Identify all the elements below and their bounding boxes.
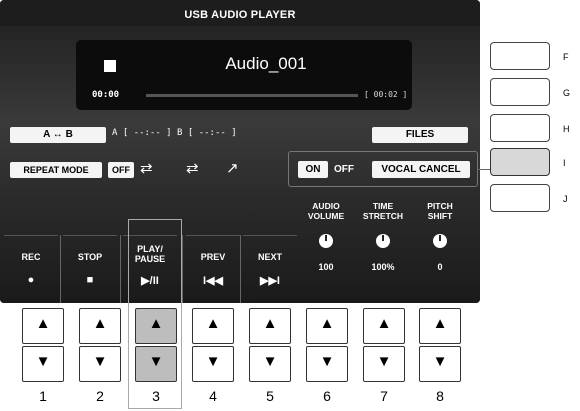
up-arrow-icon: ▲	[92, 315, 108, 332]
button-1-down[interactable]: ▼	[22, 346, 64, 382]
button-number: 5	[266, 388, 274, 404]
button-number: 8	[436, 388, 444, 404]
button-7-down[interactable]: ▼	[363, 346, 405, 382]
vocal-cancel-button[interactable]: VOCAL CANCEL	[372, 161, 470, 178]
ab-repeat-button[interactable]: A ↔ B	[10, 127, 106, 143]
button-3-down[interactable]: ▼	[135, 346, 177, 382]
button-number: 2	[96, 388, 104, 404]
button-2-down[interactable]: ▼	[79, 346, 121, 382]
down-arrow-icon: ▼	[148, 353, 164, 370]
next-button[interactable]: NEXT ▶▶I	[243, 235, 297, 301]
screen-title: USB AUDIO PLAYER	[0, 0, 480, 26]
side-button-j[interactable]	[490, 184, 550, 212]
down-arrow-icon: ▼	[432, 353, 448, 370]
button-3-up[interactable]: ▲	[135, 308, 177, 344]
pitch-shift-value: 0	[437, 262, 443, 272]
separator	[182, 235, 183, 303]
time-stretch-label: TIME STRETCH	[362, 201, 404, 221]
down-arrow-icon: ▼	[205, 353, 221, 370]
audio-volume-label: AUDIO VOLUME	[307, 201, 345, 221]
button-6-down[interactable]: ▼	[306, 346, 348, 382]
stop-status-icon	[104, 60, 116, 72]
down-arrow-icon: ▼	[35, 353, 51, 370]
previous-icon: I◀◀	[203, 275, 223, 287]
side-button-i[interactable]	[490, 148, 550, 176]
progress-bar	[146, 94, 358, 97]
button-4-up[interactable]: ▲	[192, 308, 234, 344]
repeat-single-icon[interactable]: ⇄	[140, 160, 153, 178]
vocal-cancel-on[interactable]: ON	[298, 161, 328, 178]
vocal-cancel-connector	[478, 169, 490, 170]
pitch-shift-label: PITCH SHIFT	[427, 201, 453, 221]
rec-button[interactable]: REC ●	[4, 235, 58, 301]
side-label-i: I	[563, 158, 566, 168]
button-number: 4	[209, 388, 217, 404]
separator	[60, 235, 61, 303]
up-arrow-icon: ▲	[432, 315, 448, 332]
button-7-up[interactable]: ▲	[363, 308, 405, 344]
button-8-up[interactable]: ▲	[419, 308, 461, 344]
time-stretch-knob-icon[interactable]	[376, 234, 390, 248]
down-arrow-icon: ▼	[319, 353, 335, 370]
song-title: Audio_001	[225, 54, 307, 73]
repeat-off-button[interactable]: OFF	[108, 162, 134, 178]
repeat-all-icon[interactable]: ⇄	[186, 160, 199, 178]
button-number: 7	[380, 388, 388, 404]
audio-volume-knob-icon[interactable]	[319, 234, 333, 248]
side-label-f: F	[563, 52, 569, 62]
stop-icon: ■	[86, 274, 94, 286]
current-time: 00:00	[92, 90, 120, 100]
side-label-j: J	[563, 194, 568, 204]
separator	[240, 235, 241, 303]
stop-label: STOP	[77, 252, 103, 262]
side-button-h[interactable]	[490, 114, 550, 142]
down-arrow-icon: ▼	[262, 353, 278, 370]
button-number: 6	[323, 388, 331, 404]
button-number: 1	[39, 388, 47, 404]
rec-label: REC	[21, 252, 41, 262]
side-button-f[interactable]	[490, 42, 550, 70]
random-icon[interactable]: ↗	[226, 160, 239, 178]
prev-button[interactable]: PREV I◀◀	[186, 235, 240, 301]
files-button[interactable]: FILES	[372, 127, 468, 143]
down-arrow-icon: ▼	[376, 353, 392, 370]
ab-points: A [ --:-- ] B [ --:-- ]	[112, 128, 237, 138]
up-arrow-icon: ▲	[376, 315, 392, 332]
up-arrow-icon: ▲	[148, 315, 164, 332]
up-arrow-icon: ▲	[205, 315, 221, 332]
total-time: [ 00:02 ]	[364, 90, 408, 99]
lcd-screen: USB AUDIO PLAYER Audio_001 00:00 [ 00:02…	[0, 0, 480, 303]
button-4-down[interactable]: ▼	[192, 346, 234, 382]
down-arrow-icon: ▼	[92, 353, 108, 370]
button-8-down[interactable]: ▼	[419, 346, 461, 382]
repeat-mode-label[interactable]: REPEAT MODE	[10, 162, 102, 178]
next-icon: ▶▶I	[260, 275, 280, 287]
time-stretch-value: 100%	[371, 262, 395, 272]
audio-volume-value: 100	[318, 262, 334, 272]
up-arrow-icon: ▲	[262, 315, 278, 332]
record-icon: ●	[27, 274, 35, 286]
button-1-up[interactable]: ▲	[22, 308, 64, 344]
pitch-shift-knob-icon[interactable]	[433, 234, 447, 248]
button-number: 3	[152, 388, 160, 404]
button-2-up[interactable]: ▲	[79, 308, 121, 344]
side-label-g: G	[563, 88, 571, 98]
now-playing-panel: Audio_001 00:00 [ 00:02 ]	[76, 40, 412, 110]
separator	[120, 235, 121, 303]
next-label: NEXT	[257, 252, 282, 262]
side-button-g[interactable]	[490, 78, 550, 106]
prev-label: PREV	[200, 252, 226, 262]
up-arrow-icon: ▲	[319, 315, 335, 332]
up-arrow-icon: ▲	[35, 315, 51, 332]
button-6-up[interactable]: ▲	[306, 308, 348, 344]
stop-button[interactable]: STOP ■	[63, 235, 117, 301]
button-5-up[interactable]: ▲	[249, 308, 291, 344]
side-label-h: H	[563, 124, 570, 134]
vocal-cancel-off[interactable]: OFF	[334, 161, 354, 178]
button-5-down[interactable]: ▼	[249, 346, 291, 382]
